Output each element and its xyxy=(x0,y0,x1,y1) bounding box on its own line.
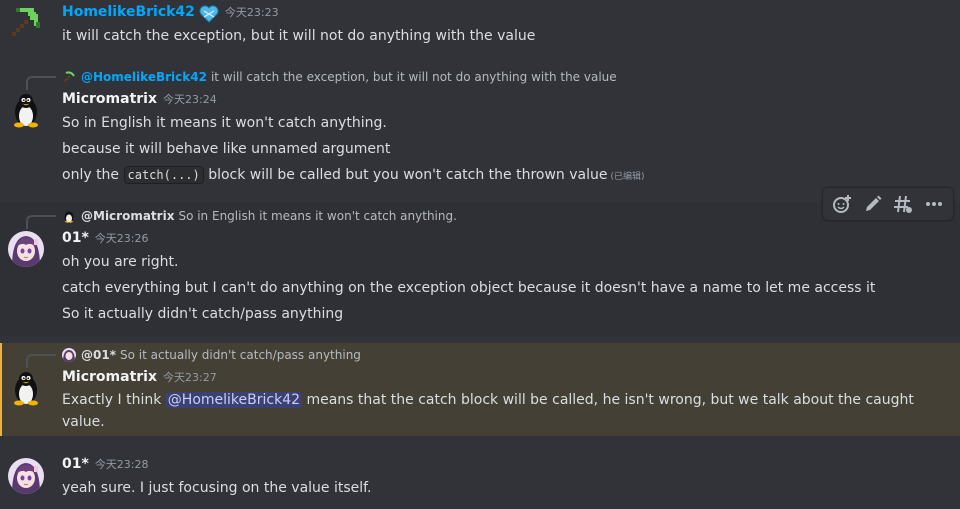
reply-content: @HomelikeBrick42 it will catch the excep… xyxy=(62,67,617,87)
message-2: @HomelikeBrick42 it will catch the excep… xyxy=(0,64,960,190)
message-text: because it will behave like unnamed argu… xyxy=(62,141,391,157)
username[interactable]: Micromatrix xyxy=(62,369,157,385)
message-header: HomelikeBrick42 今天23:23 xyxy=(62,4,279,24)
reply-content: @Micromatrix So in English it means it w… xyxy=(62,206,457,226)
timestamp: 今天23:24 xyxy=(163,93,217,106)
reply-preview[interactable]: @HomelikeBrick42 it will catch the excep… xyxy=(0,67,960,90)
message-text: oh you are right. xyxy=(62,254,179,270)
timestamp: 今天23:27 xyxy=(163,371,217,384)
username[interactable]: HomelikeBrick42 xyxy=(62,4,195,20)
username[interactable]: 01* xyxy=(62,230,89,246)
message-text-with-code: only the catch(...) block will be called… xyxy=(62,165,645,187)
message-text: it will catch the exception, but it will… xyxy=(62,28,536,44)
message-text: catch everything but I can't do anything… xyxy=(62,280,876,296)
text-segment: only the xyxy=(62,167,120,183)
text-segment: Exactly I think xyxy=(62,392,162,408)
message-header: Micromatrix 今天23:27 xyxy=(62,369,217,389)
message-text: yeah sure. I just focusing on the value … xyxy=(62,480,372,496)
message-text-with-mention: Exactly I think @HomelikeBrick42 means t… xyxy=(62,389,922,433)
reply-spine xyxy=(26,354,56,368)
text-segment: block will be called but you won't catch… xyxy=(208,167,608,183)
reply-author[interactable]: @HomelikeBrick42 xyxy=(81,67,207,87)
reply-author[interactable]: @01* xyxy=(81,345,116,365)
timestamp: 今天23:26 xyxy=(94,232,149,245)
reply-text[interactable]: it will catch the exception, but it will… xyxy=(211,67,617,87)
pickaxe-icon[interactable] xyxy=(8,4,44,40)
message-5: 01* 今天23:28 yeah sure. I just focusing o… xyxy=(0,446,960,509)
reply-text[interactable]: So it actually didn't catch/pass anythin… xyxy=(120,345,361,365)
message-header: 01* 今天23:28 xyxy=(62,456,149,476)
reply-text[interactable]: So in English it means it won't catch an… xyxy=(178,206,456,226)
timestamp: 今天23:23 xyxy=(224,6,279,19)
anime-avatar-icon[interactable] xyxy=(8,458,44,494)
tux-mini-icon xyxy=(62,209,76,223)
message-text: So it actually didn't catch/pass anythin… xyxy=(62,306,344,322)
inline-code: catch(...) xyxy=(123,166,204,184)
message-header: Micromatrix 今天23:24 xyxy=(62,91,217,111)
anime-mini-icon xyxy=(62,348,76,362)
user-mention[interactable]: @HomelikeBrick42 xyxy=(165,392,303,408)
message-text: So in English it means it won't catch an… xyxy=(62,115,387,131)
username[interactable]: 01* xyxy=(62,456,89,472)
reply-author[interactable]: @Micromatrix xyxy=(81,206,174,226)
tux-penguin-icon[interactable] xyxy=(8,370,44,406)
tux-penguin-icon[interactable] xyxy=(8,92,44,128)
edit-pencil-icon[interactable] xyxy=(860,191,886,217)
create-thread-icon[interactable] xyxy=(890,191,916,217)
edited-marker: (已编辑) xyxy=(610,172,645,182)
reply-content: @01* So it actually didn't catch/pass an… xyxy=(62,345,361,365)
more-options-icon[interactable] xyxy=(921,191,947,217)
message-3: @Micromatrix So in English it means it w… xyxy=(0,203,960,336)
reply-preview[interactable]: @Micromatrix So in English it means it w… xyxy=(0,206,960,229)
message-hover-toolbar xyxy=(822,187,954,221)
reply-preview[interactable]: @01* So it actually didn't catch/pass an… xyxy=(0,345,960,368)
heart-badge-icon xyxy=(199,5,219,23)
pickaxe-mini-icon xyxy=(62,70,76,84)
add-reaction-icon[interactable] xyxy=(829,191,855,217)
message-4: @01* So it actually didn't catch/pass an… xyxy=(0,343,960,436)
timestamp: 今天23:28 xyxy=(94,458,149,471)
reply-spine xyxy=(26,76,56,90)
anime-avatar-icon[interactable] xyxy=(8,231,44,267)
message-1: HomelikeBrick42 今天23:23 it will catch th… xyxy=(0,0,960,52)
reply-spine xyxy=(26,215,56,229)
message-header: 01* 今天23:26 xyxy=(62,230,149,250)
username[interactable]: Micromatrix xyxy=(62,91,157,107)
